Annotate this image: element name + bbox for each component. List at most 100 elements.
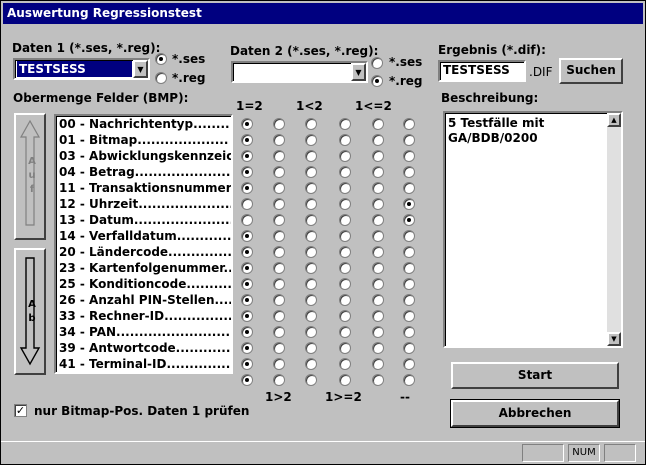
operator-radio[interactable] — [339, 246, 351, 258]
daten1-radio-reg[interactable] — [155, 72, 167, 84]
operator-radio[interactable] — [241, 166, 253, 178]
operator-radio[interactable] — [273, 150, 285, 162]
operator-radio[interactable] — [273, 246, 285, 258]
operator-radio[interactable] — [403, 134, 415, 146]
operator-radio[interactable] — [273, 166, 285, 178]
operator-radio[interactable] — [339, 278, 351, 290]
operator-radio[interactable] — [403, 326, 415, 338]
field-list-item[interactable]: 41 - Terminal-ID............... — [56, 356, 231, 372]
operator-radio[interactable] — [372, 294, 384, 306]
field-list-item[interactable]: 26 - Anzahl PIN-Stellen..... — [56, 292, 231, 308]
operator-radio[interactable] — [241, 150, 253, 162]
operator-radio[interactable] — [273, 342, 285, 354]
operator-radio[interactable] — [273, 278, 285, 290]
suchen-button[interactable]: Suchen — [559, 58, 623, 84]
operator-radio[interactable] — [273, 262, 285, 274]
operator-radio[interactable] — [339, 134, 351, 146]
ergebnis-input[interactable]: TESTSESS — [438, 60, 526, 82]
operator-radio[interactable] — [305, 358, 317, 370]
operator-radio[interactable] — [339, 166, 351, 178]
daten2-radio-reg[interactable] — [371, 75, 383, 87]
operator-radio[interactable] — [241, 262, 253, 274]
operator-radio[interactable] — [372, 374, 384, 386]
operator-radio[interactable] — [273, 134, 285, 146]
operator-radio[interactable] — [241, 326, 253, 338]
auf-button[interactable]: A u f — [14, 113, 46, 240]
operator-radio[interactable] — [372, 198, 384, 210]
beschreibung-textarea[interactable]: 5 Testfälle mit GA/BDB/0200 ▲ ▼ — [443, 111, 623, 348]
operator-radio[interactable] — [403, 278, 415, 290]
operator-radio[interactable] — [241, 374, 253, 386]
operator-radio[interactable] — [403, 198, 415, 210]
daten1-radio-ses[interactable] — [155, 53, 167, 65]
operator-radio[interactable] — [403, 342, 415, 354]
operator-radio[interactable] — [339, 198, 351, 210]
daten1-combo[interactable]: TESTSESS ▼ — [13, 58, 150, 80]
operator-radio[interactable] — [305, 118, 317, 130]
scrollbar[interactable]: ▲ ▼ — [607, 113, 621, 346]
operator-radio[interactable] — [403, 214, 415, 226]
operator-radio[interactable] — [241, 246, 253, 258]
operator-radio[interactable] — [372, 182, 384, 194]
operator-radio[interactable] — [273, 230, 285, 242]
operator-radio[interactable] — [273, 374, 285, 386]
operator-radio[interactable] — [372, 150, 384, 162]
scroll-down-icon[interactable]: ▼ — [607, 332, 621, 346]
operator-radio[interactable] — [273, 358, 285, 370]
field-list-item[interactable]: 11 - Transaktionsnummer.. — [56, 180, 231, 196]
abbrechen-button[interactable]: Abbrechen — [450, 399, 620, 428]
operator-radio[interactable] — [273, 118, 285, 130]
operator-radio[interactable] — [372, 230, 384, 242]
operator-radio[interactable] — [305, 134, 317, 146]
operator-radio[interactable] — [372, 166, 384, 178]
operator-radio[interactable] — [241, 342, 253, 354]
field-list-item[interactable]: 03 - Abwicklungskennzeich — [56, 148, 231, 164]
scroll-up-icon[interactable]: ▲ — [607, 113, 621, 127]
operator-radio[interactable] — [273, 214, 285, 226]
field-list-item[interactable]: 33 - Rechner-ID................ — [56, 308, 231, 324]
operator-radio[interactable] — [241, 118, 253, 130]
operator-radio[interactable] — [305, 230, 317, 242]
operator-radio[interactable] — [339, 342, 351, 354]
chevron-down-icon[interactable]: ▼ — [351, 63, 366, 81]
operator-radio[interactable] — [241, 310, 253, 322]
operator-radio[interactable] — [372, 278, 384, 290]
start-button[interactable]: Start — [451, 362, 619, 389]
operator-radio[interactable] — [305, 310, 317, 322]
operator-radio[interactable] — [305, 262, 317, 274]
field-list-item[interactable]: 20 - Ländercode............... — [56, 244, 231, 260]
field-list-item[interactable]: 00 - Nachrichtentyp........ — [56, 116, 231, 132]
operator-radio[interactable] — [339, 230, 351, 242]
operator-radio[interactable] — [403, 310, 415, 322]
field-list-item[interactable]: 12 - Uhrzeit..................... — [56, 196, 231, 212]
operator-radio[interactable] — [339, 294, 351, 306]
daten2-combo[interactable]: ▼ — [231, 61, 368, 83]
operator-radio[interactable] — [241, 214, 253, 226]
operator-radio[interactable] — [305, 246, 317, 258]
operator-radio[interactable] — [273, 326, 285, 338]
bitmap-checkbox[interactable]: ✓ — [14, 404, 27, 417]
operator-radio[interactable] — [403, 150, 415, 162]
field-list-item[interactable]: 23 - Kartenfolgenummer.... — [56, 260, 231, 276]
operator-radio[interactable] — [403, 246, 415, 258]
field-list-item[interactable]: 14 - Verfalldatum.............. — [56, 228, 231, 244]
operator-radio[interactable] — [339, 118, 351, 130]
operator-radio[interactable] — [403, 374, 415, 386]
operator-radio[interactable] — [339, 374, 351, 386]
operator-radio[interactable] — [372, 262, 384, 274]
operator-radio[interactable] — [273, 182, 285, 194]
operator-radio[interactable] — [305, 150, 317, 162]
operator-radio[interactable] — [241, 230, 253, 242]
operator-radio[interactable] — [403, 118, 415, 130]
field-list-item[interactable]: 13 - Datum...................... — [56, 212, 231, 228]
operator-radio[interactable] — [372, 118, 384, 130]
ab-button[interactable]: A b — [14, 248, 46, 375]
operator-radio[interactable] — [305, 214, 317, 226]
field-list-item[interactable]: 39 - Antwortcode.............. — [56, 340, 231, 356]
operator-radio[interactable] — [305, 278, 317, 290]
operator-radio[interactable] — [403, 358, 415, 370]
field-list-item[interactable]: 04 - Betrag...................... — [56, 164, 231, 180]
operator-radio[interactable] — [403, 262, 415, 274]
operator-radio[interactable] — [273, 294, 285, 306]
field-list-item[interactable]: 34 - PAN.......................... — [56, 324, 231, 340]
